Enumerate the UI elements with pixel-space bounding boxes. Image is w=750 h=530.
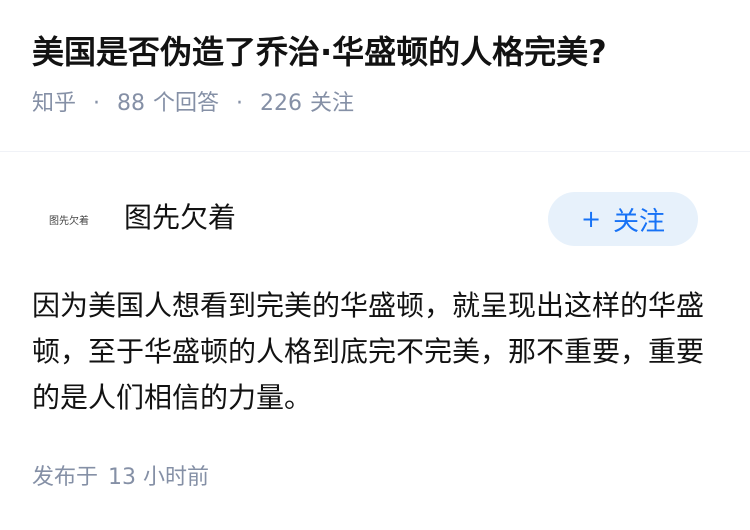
follower-count: 226 xyxy=(260,91,303,116)
time-value: 13 小时前 xyxy=(108,465,210,490)
avatar[interactable]: 图先欠着 xyxy=(32,192,106,246)
source-label[interactable]: 知乎 xyxy=(32,91,76,116)
meta-separator: · xyxy=(93,91,101,116)
answer-author: 图先欠着 图先欠着 + 关注 xyxy=(32,192,698,246)
plus-icon: + xyxy=(580,205,602,233)
avatar-text: 图先欠着 xyxy=(49,215,89,227)
answer-time: 发布于 13 小时前 xyxy=(32,462,209,494)
answer-count: 88 xyxy=(117,91,146,116)
answer-content: 因为美国人想看到完美的华盛顿，就呈现出这样的华盛顿，至于华盛顿的人格到底完不完美… xyxy=(32,289,705,414)
meta-separator: · xyxy=(236,91,244,116)
question-header: 美国是否伪造了乔治·华盛顿的人格完美? 知乎 · 88 个回答 · 226 关注 xyxy=(32,30,718,120)
follower-count-label: 关注 xyxy=(310,91,355,116)
answer-count-label: 个回答 xyxy=(153,91,220,116)
zhihu-answer-card: 美国是否伪造了乔治·华盛顿的人格完美? 知乎 · 88 个回答 · 226 关注 图… xyxy=(0,0,750,530)
author-name[interactable]: 图先欠着 xyxy=(124,198,236,238)
question-title[interactable]: 美国是否伪造了乔治·华盛顿的人格完美? xyxy=(32,30,718,74)
time-label: 发布于 xyxy=(32,465,99,490)
follow-button[interactable]: + 关注 xyxy=(548,192,698,246)
question-meta: 知乎 · 88 个回答 · 226 关注 xyxy=(32,88,718,120)
divider xyxy=(0,151,750,152)
follow-button-label: 关注 xyxy=(613,206,666,237)
